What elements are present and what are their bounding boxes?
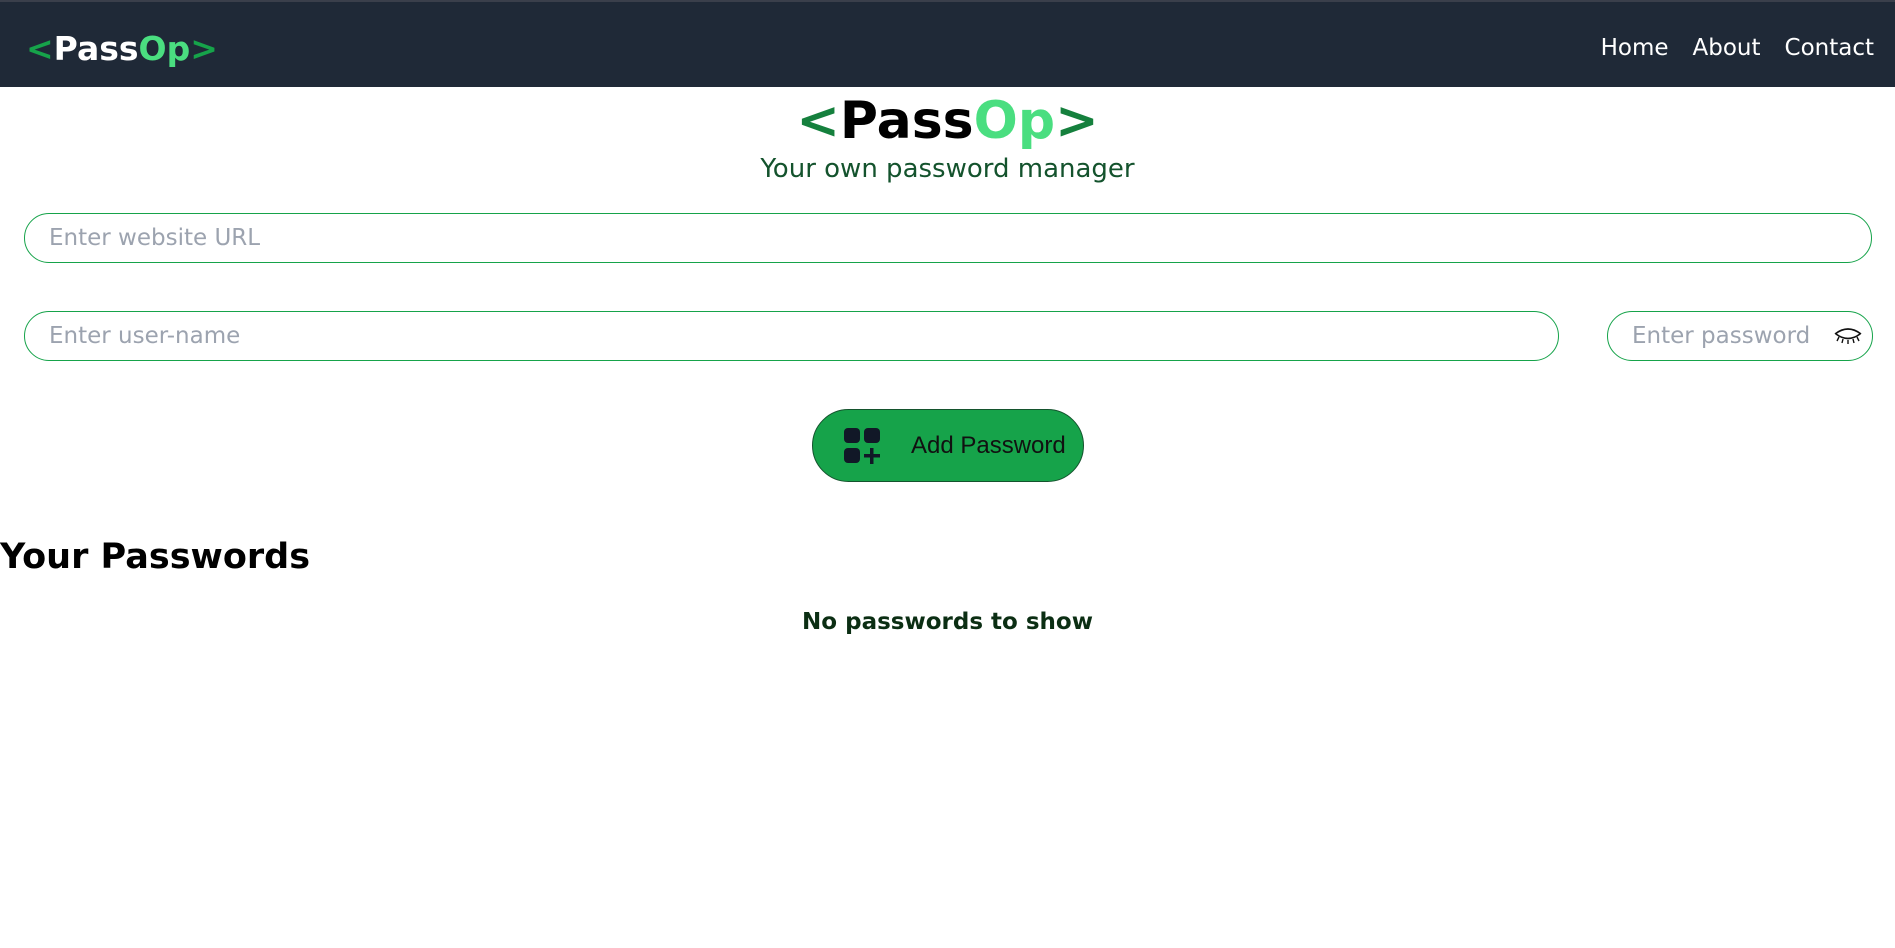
navbar-logo[interactable]: <PassOp> [26, 29, 218, 69]
hero-logo-pass-text: Pass [839, 91, 974, 151]
grid-add-icon [843, 427, 883, 465]
hero-logo-close-bracket: > [1055, 91, 1099, 151]
logo-op-text: Op [138, 29, 191, 68]
password-field-wrapper [1607, 311, 1873, 361]
logo-pass-text: Pass [53, 29, 139, 68]
hero-logo-op-text: Op [973, 91, 1056, 151]
nav-link-about[interactable]: About [1693, 33, 1761, 63]
navbar: <PassOp> Home About Contact [0, 2, 1895, 87]
tagline: Your own password manager [760, 154, 1135, 184]
eye-closed-icon[interactable] [1833, 323, 1863, 349]
add-password-button[interactable]: Add Password [812, 409, 1084, 482]
hero-logo: <PassOp> [0, 89, 1895, 153]
nav-link-contact[interactable]: Contact [1785, 33, 1874, 63]
website-url-input[interactable] [24, 213, 1872, 263]
nav-links: Home About Contact [1601, 33, 1874, 63]
logo-open-bracket: < [26, 29, 54, 68]
empty-passwords-message: No passwords to show [802, 609, 1093, 635]
your-passwords-heading: Your Passwords [0, 537, 311, 577]
username-input[interactable] [24, 311, 1559, 361]
nav-link-home[interactable]: Home [1601, 33, 1669, 63]
add-password-label: Add Password [911, 432, 1066, 459]
logo-close-bracket: > [190, 29, 218, 68]
hero-logo-open-bracket: < [796, 91, 840, 151]
